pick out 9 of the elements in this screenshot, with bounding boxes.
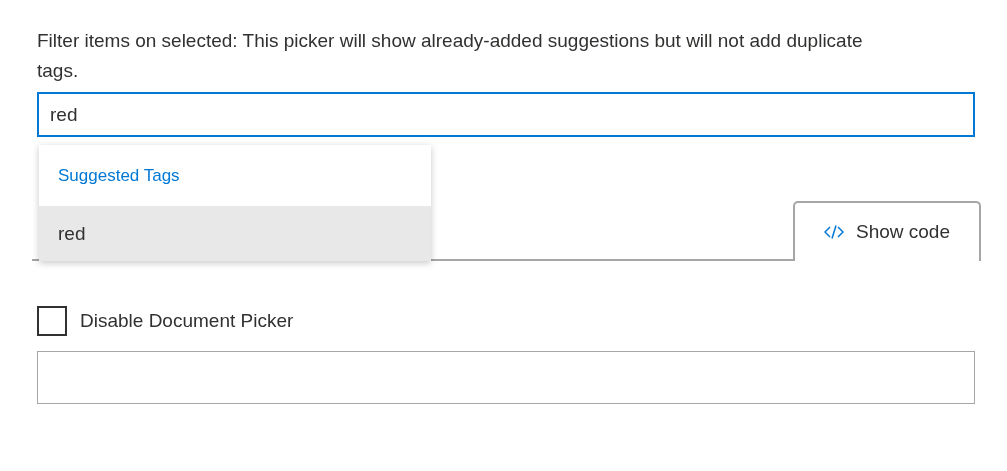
checkbox[interactable] xyxy=(37,306,67,336)
code-icon xyxy=(824,225,844,239)
description-text: Filter items on selected: This picker will show already-added suggestions but will not add duplicate tags. xyxy=(37,29,864,83)
suggestions-header: Suggested Tags xyxy=(57,164,181,187)
tag-picker-input[interactable]: red xyxy=(37,92,975,137)
document-picker-field[interactable] xyxy=(37,351,975,404)
show-code-tab[interactable]: Show code xyxy=(793,201,981,261)
suggestion-item[interactable]: red xyxy=(39,206,431,261)
checkbox-label: Disable Document Picker xyxy=(80,310,294,332)
